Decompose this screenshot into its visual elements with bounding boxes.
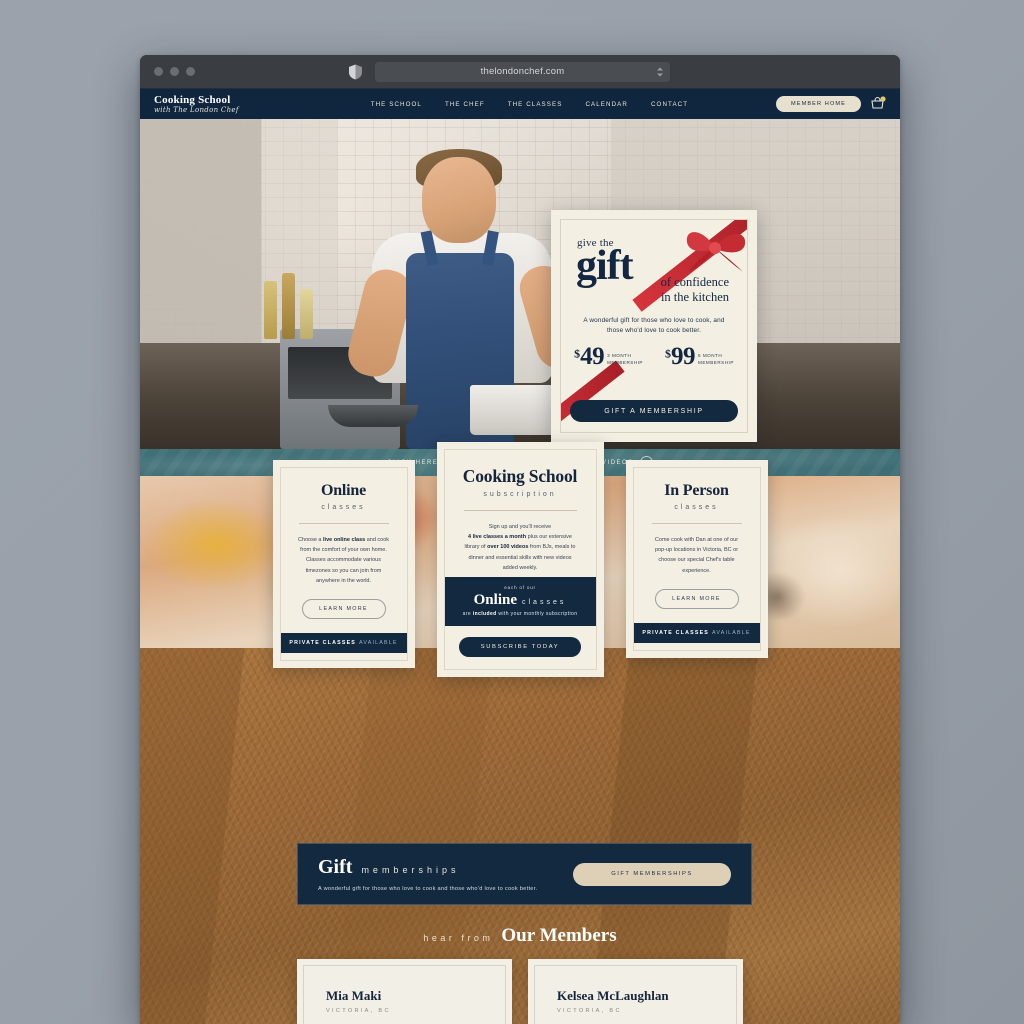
nav-item-calendar[interactable]: CALENDAR: [585, 101, 628, 108]
offer-cards-row: Online classes Choose a live online clas…: [140, 442, 900, 677]
card-title: Cooking School: [462, 466, 578, 486]
price-amount: 49: [580, 343, 605, 371]
shopping-cart-icon[interactable]: [871, 96, 886, 112]
learn-more-button[interactable]: LEARN MORE: [654, 588, 739, 609]
url-text: thelondonchef.com: [480, 66, 565, 77]
gift-price-6month: $99 6 MONTH MEMBERSHIP: [665, 343, 734, 371]
gift-price-3month: $49 3 MONTH MEMBERSHIP: [574, 343, 643, 371]
card-body-text: Sign up and you'll receive 4 live classes…: [464, 524, 576, 571]
card-footer-private-classes[interactable]: PRIVATE CLASSES AVAILABLE: [633, 622, 760, 643]
card-title: In Person: [664, 482, 729, 499]
ribbon-bottom: [561, 360, 625, 432]
hero-section: give the gift of confidence in the kitch…: [140, 119, 900, 449]
subscribe-today-button[interactable]: SUBSCRIBE TODAY: [459, 636, 581, 657]
gift-band-title: Gift memberships: [318, 856, 573, 879]
footer-light: AVAILABLE: [359, 639, 398, 646]
gift-band-description: A wonderful gift for those who love to c…: [318, 886, 538, 892]
testimonial-name: Kelsea McLaughlan: [557, 988, 669, 1003]
members-heading-small: hear from: [423, 933, 494, 943]
gift-band-title-sub: memberships: [361, 865, 460, 875]
card-title: Online: [320, 482, 367, 499]
offer-card-inperson: In Person classes Come cook with Dan at …: [625, 460, 768, 658]
card-subtitle: classes: [321, 504, 366, 511]
testimonial-card: Mia Maki VICTORIA, BC Dan is a talented …: [297, 959, 512, 1024]
footer-light: AVAILABLE: [712, 629, 751, 636]
gift-band-title-main: Gift: [318, 856, 353, 878]
minimize-window-button[interactable]: [170, 67, 179, 76]
nav-item-the-chef[interactable]: THE CHEF: [445, 101, 485, 108]
divider: [298, 523, 389, 524]
gift-memberships-button[interactable]: GIFT MEMBERSHIPS: [573, 862, 731, 886]
gift-a-membership-button[interactable]: GIFT A MEMBERSHIP: [570, 400, 738, 422]
footer-strong: PRIVATE CLASSES: [289, 639, 357, 646]
card-body-text: Choose a live online class and cook from…: [297, 537, 390, 584]
divider: [463, 510, 577, 511]
url-bar[interactable]: thelondonchef.com: [375, 61, 670, 82]
browser-window: thelondonchef.com Cooking School with Th…: [140, 55, 900, 1024]
band-main-subtext: classes: [522, 598, 567, 606]
testimonial-name: Mia Maki: [326, 988, 382, 1003]
gift-promo-card: give the gift of confidence in the kitch…: [551, 210, 757, 442]
band-main-text: Online: [473, 591, 517, 608]
members-heading: hear from Our Members: [140, 925, 900, 947]
learn-more-button[interactable]: LEARN MORE: [301, 598, 386, 619]
shield-icon[interactable]: [349, 64, 362, 79]
gift-description: A wonderful gift for those who love to c…: [583, 317, 725, 335]
wood-section: Online classes Choose a live online clas…: [140, 442, 900, 1024]
browser-titlebar: thelondonchef.com: [140, 55, 900, 89]
logo-main-text: Cooking School: [154, 93, 231, 106]
page-viewport: Cooking School with The London Chef THE …: [140, 89, 900, 1024]
testimonial-card: Kelsea McLaughlan VICTORIA, BC Always en…: [528, 959, 743, 1024]
close-window-button[interactable]: [154, 67, 163, 76]
card-footer-private-classes[interactable]: PRIVATE CLASSES AVAILABLE: [280, 632, 407, 653]
card-subtitle: subscription: [483, 491, 557, 498]
member-home-button[interactable]: MEMBER HOME: [776, 96, 861, 112]
nav-item-the-school[interactable]: THE SCHOOL: [371, 101, 422, 108]
members-heading-main: Our Members: [501, 925, 617, 946]
nav-item-contact[interactable]: CONTACT: [651, 101, 688, 108]
testimonials-row: Mia Maki VICTORIA, BC Dan is a talented …: [297, 959, 743, 1024]
chevron-updown-icon[interactable]: [657, 67, 663, 76]
price-label: 6 MONTH MEMBERSHIP: [698, 353, 734, 366]
subscription-included-band: each of our Online classes are included w…: [444, 576, 596, 626]
gift-price-list: $49 3 MONTH MEMBERSHIP $99 6 MONTH MEMBE…: [574, 343, 734, 371]
maximize-window-button[interactable]: [186, 67, 195, 76]
window-controls[interactable]: [154, 67, 195, 76]
site-navbar: Cooking School with The London Chef THE …: [140, 89, 900, 119]
card-subtitle: classes: [674, 504, 719, 511]
price-label: 3 MONTH MEMBERSHIP: [607, 353, 643, 366]
testimonial-location: VICTORIA, BC: [557, 1008, 622, 1014]
site-logo[interactable]: Cooking School with The London Chef: [154, 93, 239, 114]
divider: [651, 523, 742, 524]
price-amount: 99: [671, 343, 696, 371]
offer-card-subscription: Cooking School subscription Sign up and …: [436, 442, 604, 677]
nav-actions: MEMBER HOME: [776, 96, 886, 112]
footer-strong: PRIVATE CLASSES: [642, 629, 710, 636]
hero-pan: [328, 405, 418, 427]
offer-card-online: Online classes Choose a live online clas…: [272, 460, 415, 668]
nav-links: THE SCHOOL THE CHEF THE CLASSES CALENDAR…: [371, 101, 688, 108]
gift-memberships-band: Gift memberships A wonderful gift for th…: [297, 843, 752, 905]
hero-bottles: [262, 269, 318, 339]
gift-in-the-kitchen: in the kitchen: [660, 289, 729, 304]
testimonial-location: VICTORIA, BC: [326, 1008, 391, 1014]
card-body-text: Come cook with Dan at one of our pop-up …: [654, 537, 739, 574]
logo-sub-text: with The London Chef: [154, 105, 239, 114]
nav-item-the-classes[interactable]: THE CLASSES: [508, 101, 563, 108]
band-note-text: are included with your monthly subscript…: [462, 610, 578, 617]
